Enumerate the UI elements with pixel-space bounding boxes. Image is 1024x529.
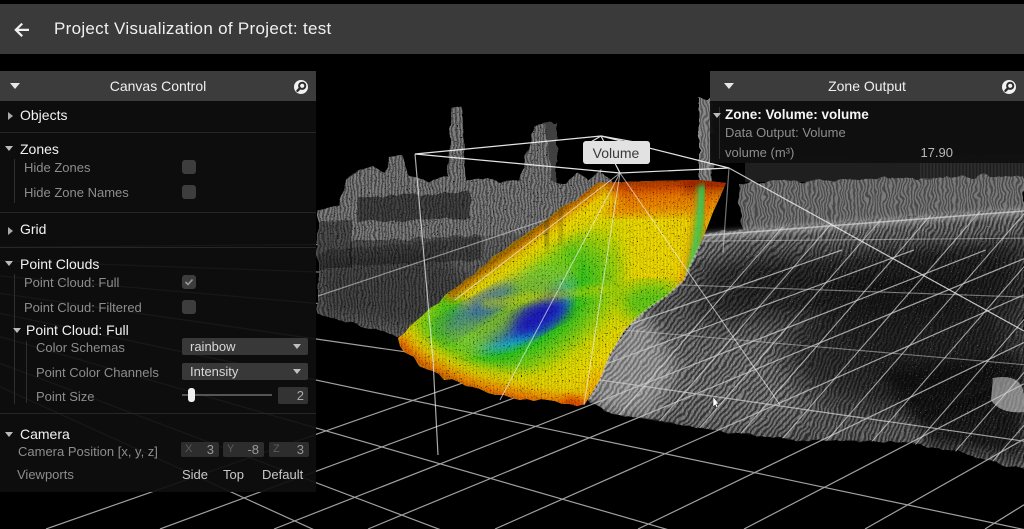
svg-text:Volume: Volume <box>593 145 640 161</box>
